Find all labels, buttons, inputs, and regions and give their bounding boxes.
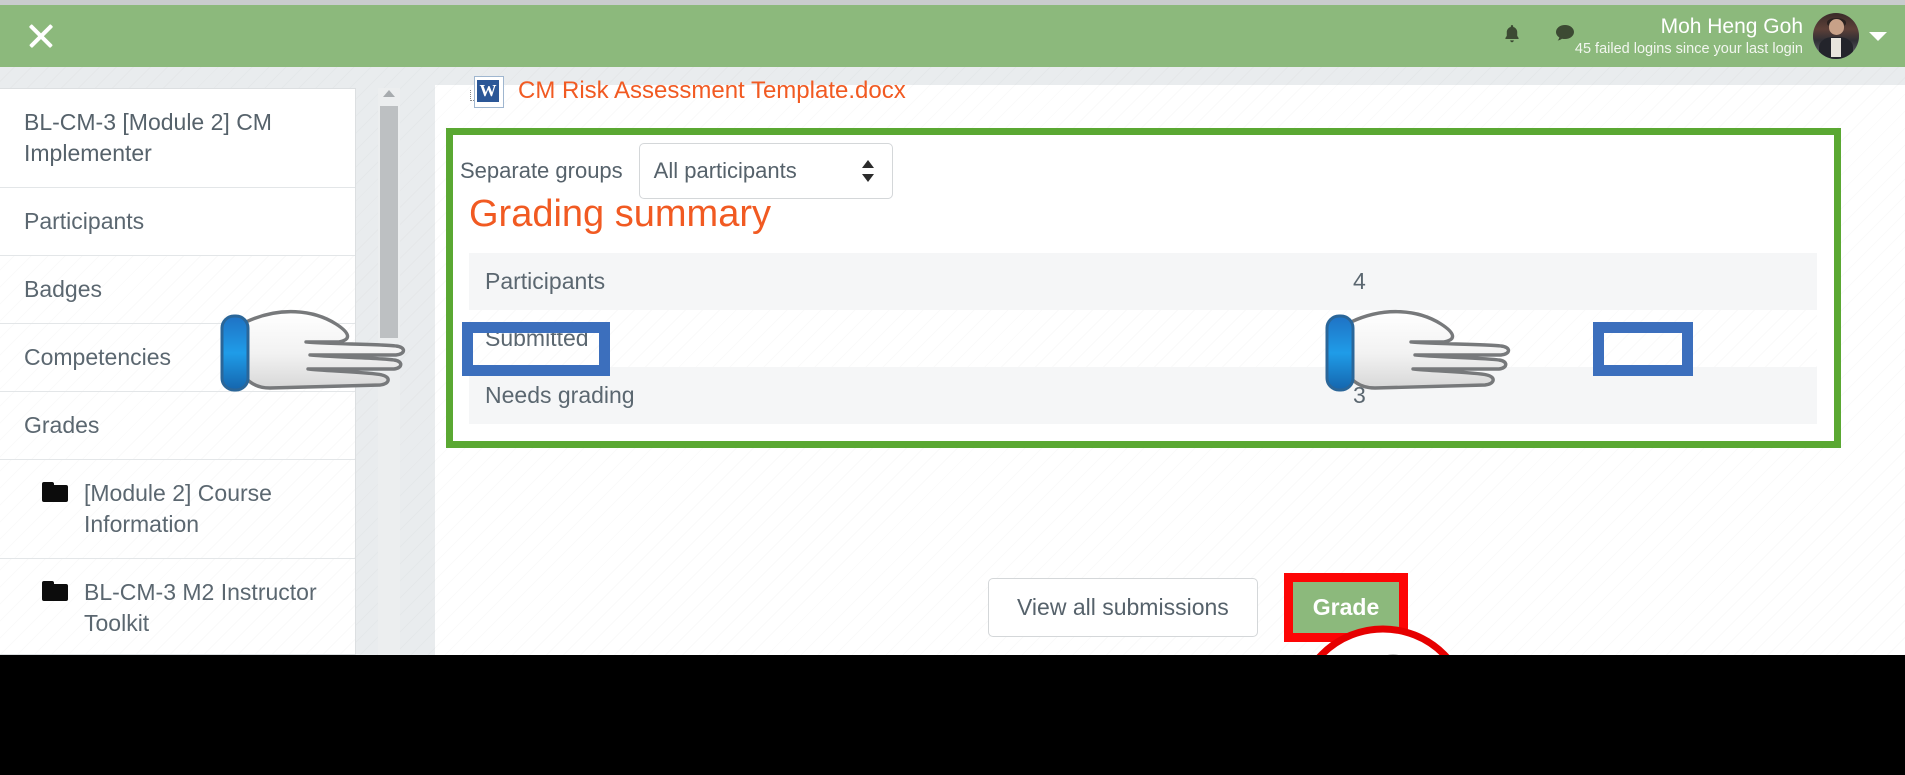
chat-bubble-icon[interactable] [1553,21,1575,47]
grading-summary-panel: Separate groups All participants Grading… [453,135,1834,441]
sidebar-item-label: [Module 2] Course Information [84,480,272,538]
bottom-bar [0,655,1905,775]
table-row: Submitted 3 [469,310,1817,367]
user-info: Moh Heng Goh 45 failed logins since your… [1575,14,1803,58]
action-buttons: View all submissions Grade [988,573,1409,642]
view-all-submissions-button[interactable]: View all submissions [988,578,1258,637]
sidebar-item-competencies[interactable]: Competencies [0,324,355,393]
page-root: 📞Call us : +65 6748 1528 / +65 9449 4149… [0,0,1905,775]
sidebar-item-badges[interactable]: Badges [0,256,355,325]
sidebar-item-course-information[interactable]: [Module 2] Course Information [0,460,355,560]
user-menu[interactable]: Moh Heng Goh 45 failed logins since your… [1575,13,1887,59]
user-name: Moh Heng Goh [1660,14,1803,38]
bell-icon[interactable] [1501,21,1523,47]
folder-icon [42,581,68,602]
navbar-icon-group [1501,21,1575,47]
sort-updown-icon [861,160,874,182]
close-icon[interactable] [22,17,60,55]
red-highlight-box: Grade [1283,573,1409,642]
table-row: Participants 4 [469,253,1817,310]
sidebar-item-label: BL-CM-3 M2 Instructor Toolkit [84,579,317,637]
scroll-up-icon[interactable] [383,90,395,97]
attachment-row: W CM Risk Assessment Template.docx [470,74,906,108]
sidebar-item-instructor-toolkit[interactable]: BL-CM-3 M2 Instructor Toolkit [0,559,355,654]
word-document-icon: W [470,74,504,108]
scrollbar-thumb[interactable] [380,106,398,338]
sidebar-scrollbar[interactable] [378,88,400,655]
sidebar-item-label: Competencies [24,344,172,371]
sidebar-item-label: Badges [24,276,103,303]
sidebar-item-label: Grades [24,412,100,439]
table-row: Needs grading 3 [469,367,1817,424]
sidebar-item-course-title[interactable]: BL-CM-3 [Module 2] CM Implementer [0,89,355,189]
grade-button[interactable]: Grade [1292,582,1400,633]
top-navbar: Moh Heng Goh 45 failed logins since your… [0,5,1905,67]
sidebar-item-grades[interactable]: Grades [0,392,355,461]
sidebar-item-label: BL-CM-3 [Module 2] CM Implementer [24,109,272,167]
page-title: Grading summary [469,193,771,235]
group-filter-label: Separate groups [460,158,623,183]
row-value: 4 [1353,268,1366,294]
row-label: Needs grading [485,382,635,408]
sidebar-item-label: Participants [24,208,145,235]
folder-icon [42,482,68,503]
row-value: 3 [1353,382,1366,408]
group-filter: Separate groups All participants [460,143,893,199]
row-value: 3 [1353,325,1366,351]
course-nav-drawer: BL-CM-3 [Module 2] CM Implementer Partic… [0,88,356,655]
chevron-down-icon[interactable] [1869,31,1887,41]
grading-summary-table: Participants 4 Submitted 3 Needs grading… [469,253,1817,424]
failed-logins-status: 45 failed logins since your last login [1574,41,1803,58]
group-select-value: All participants [653,158,797,183]
row-label: Participants [485,268,606,294]
avatar[interactable] [1813,13,1859,59]
row-label: Submitted [485,325,589,351]
attachment-link[interactable]: CM Risk Assessment Template.docx [518,77,906,105]
group-select[interactable]: All participants [638,143,893,199]
sidebar-item-participants[interactable]: Participants [0,188,355,257]
